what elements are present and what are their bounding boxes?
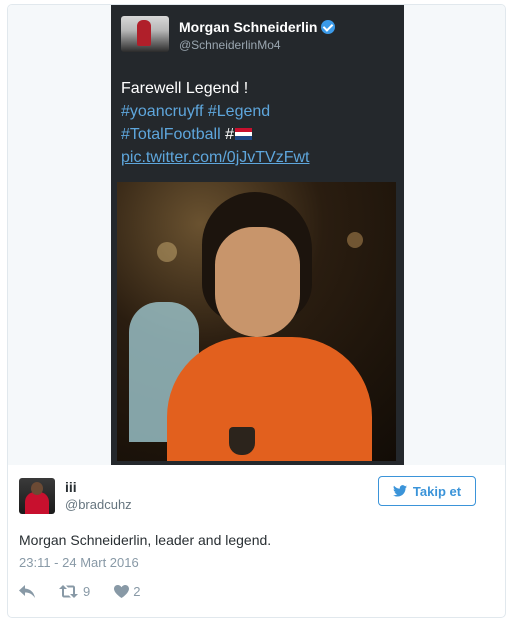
retweet-icon xyxy=(59,585,78,598)
embedded-author-name[interactable]: Morgan Schneiderlin xyxy=(179,19,336,35)
twitter-bird-icon xyxy=(392,485,407,497)
netherlands-flag-icon xyxy=(234,128,252,140)
player-photo[interactable] xyxy=(117,182,396,461)
embedded-author-avatar[interactable] xyxy=(121,16,169,52)
retweet-count: 9 xyxy=(83,584,91,599)
like-count: 2 xyxy=(133,584,141,599)
tweet-card: Morgan Schneiderlin @SchneiderlinMo4 Far… xyxy=(7,4,506,618)
follow-button-label: Takip et xyxy=(412,483,462,499)
hashtag-legend[interactable]: #Legend xyxy=(208,103,270,120)
hashtag-yoancruyff[interactable]: #yoancruyff xyxy=(121,103,203,120)
tweet-actions: 9 2 xyxy=(19,584,164,599)
reply-icon xyxy=(19,585,35,598)
verified-badge-icon xyxy=(321,20,336,34)
hashtag-flag[interactable]: # xyxy=(225,126,234,143)
embedded-tweet-image[interactable]: Morgan Schneiderlin @SchneiderlinMo4 Far… xyxy=(111,5,404,465)
author-avatar[interactable] xyxy=(19,478,55,514)
embedded-author-handle[interactable]: @SchneiderlinMo4 xyxy=(179,38,281,52)
media-link[interactable]: pic.twitter.com/0jJvTVzFwt xyxy=(121,149,309,166)
author-name[interactable]: iii xyxy=(65,479,77,495)
tweet-timestamp[interactable]: 23:11 - 24 Mart 2016 xyxy=(19,555,139,570)
heart-icon xyxy=(114,585,130,598)
retweet-button[interactable]: 9 xyxy=(59,584,90,599)
author-handle[interactable]: @bradcuhz xyxy=(65,497,132,512)
embedded-tweet-text: Farewell Legend ! #yoancruyff #Legend #T… xyxy=(121,77,396,169)
hashtag-totalfootball[interactable]: #TotalFootball xyxy=(121,126,221,143)
follow-button[interactable]: Takip et xyxy=(378,476,476,506)
tweet-text: Morgan Schneiderlin, leader and legend. xyxy=(19,532,272,548)
embedded-tweet-line1: Farewell Legend ! xyxy=(121,80,249,97)
media-area: Morgan Schneiderlin @SchneiderlinMo4 Far… xyxy=(8,5,505,465)
like-button[interactable]: 2 xyxy=(114,584,140,599)
reply-button[interactable] xyxy=(19,585,35,598)
